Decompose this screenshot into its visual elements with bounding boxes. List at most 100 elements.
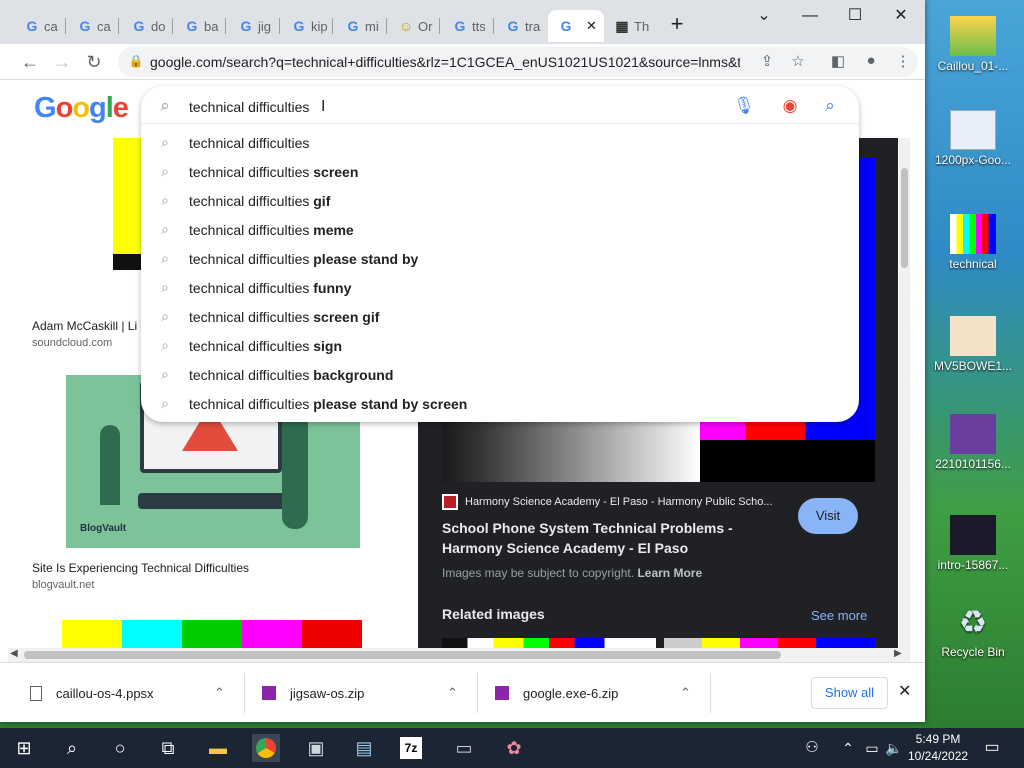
vertical-scrollbar[interactable] bbox=[899, 138, 910, 662]
google-logo[interactable]: Google bbox=[34, 92, 129, 125]
tab[interactable]: ☺ Or bbox=[388, 10, 440, 42]
file-icon bbox=[30, 685, 42, 701]
download-item[interactable]: jigsaw-os.zip ⌃ bbox=[262, 677, 458, 709]
search-submit-icon[interactable]: ⌕ bbox=[819, 96, 841, 116]
search-icon: ⌕ bbox=[161, 221, 169, 237]
desktop-icon-caillou[interactable]: Caillou_01-... bbox=[931, 16, 1015, 73]
file-explorer-icon[interactable]: ▬ bbox=[204, 734, 232, 762]
profile-avatar-icon[interactable]: ● bbox=[861, 52, 881, 69]
document-icon bbox=[950, 110, 996, 150]
tab[interactable]: Gdo bbox=[121, 10, 173, 42]
suggestion-item[interactable]: ⌕ technical difficulties background bbox=[141, 360, 859, 389]
tab[interactable]: Gtra bbox=[495, 10, 547, 42]
result-source[interactable]: soundcloud.com bbox=[32, 337, 112, 349]
result-source[interactable]: blogvault.net bbox=[32, 579, 94, 591]
preview-title[interactable]: School Phone System Technical Problems -… bbox=[442, 518, 762, 558]
download-item[interactable]: caillou-os-4.ppsx ⌃ bbox=[30, 677, 225, 709]
tab[interactable]: Gca bbox=[67, 10, 119, 42]
reload-icon[interactable]: ↻ bbox=[80, 48, 108, 76]
scrollbar-thumb[interactable] bbox=[901, 168, 908, 268]
tab[interactable]: ▦ Th bbox=[604, 10, 656, 42]
searchbox-divider bbox=[141, 123, 859, 124]
tab-search-icon[interactable]: ⌄ bbox=[741, 4, 787, 28]
app-icon[interactable]: ▣ bbox=[302, 734, 330, 762]
terminal-icon[interactable]: ▭ bbox=[450, 734, 478, 762]
lock-icon[interactable]: 🔒 bbox=[126, 54, 146, 68]
desktop-icon-recycle-bin[interactable]: ♻ Recycle Bin bbox=[931, 602, 1015, 659]
tab[interactable]: Gjig bbox=[228, 10, 280, 42]
suggestion-item[interactable]: ⌕ technical difficulties sign bbox=[141, 331, 859, 360]
close-window-icon[interactable]: ✕ bbox=[878, 4, 924, 28]
copyright-notice: Images may be subject to copyright. Lear… bbox=[442, 566, 703, 580]
chrome-icon[interactable] bbox=[252, 734, 280, 762]
see-more-link[interactable]: See more bbox=[811, 608, 867, 623]
tab[interactable]: Gkip bbox=[281, 10, 333, 42]
suggestion-item[interactable]: ⌕ technical difficulties gif bbox=[141, 186, 859, 215]
tab[interactable]: Gmi bbox=[335, 10, 387, 42]
forward-icon[interactable]: → bbox=[48, 48, 76, 76]
people-icon[interactable]: ⚇ bbox=[798, 734, 826, 762]
horizontal-scrollbar[interactable]: ◀ ▶ bbox=[8, 648, 908, 662]
clock[interactable]: 5:49 PM 10/24/2022 bbox=[908, 731, 968, 765]
download-filename: jigsaw-os.zip bbox=[290, 685, 365, 701]
download-item[interactable]: google.exe-6.zip ⌃ bbox=[495, 677, 691, 709]
start-windows-icon[interactable]: ⊞ bbox=[10, 734, 38, 762]
result-caption[interactable]: Adam McCaskill | Li bbox=[32, 319, 137, 333]
tab[interactable]: Gtts bbox=[442, 10, 494, 42]
scroll-right-icon[interactable]: ▶ bbox=[894, 648, 902, 659]
notification-icon[interactable]: ▭ bbox=[978, 734, 1006, 762]
share-icon[interactable]: ⇪ bbox=[757, 52, 777, 70]
suggestion-item[interactable]: ⌕ technical difficulties please stand by … bbox=[141, 389, 859, 418]
desktop-icon-intro[interactable]: intro-15867... bbox=[931, 515, 1015, 572]
tab[interactable]: Gca bbox=[14, 10, 66, 42]
result-caption[interactable]: Site Is Experiencing Technical Difficult… bbox=[32, 561, 249, 575]
chevron-up-icon[interactable]: ⌃ bbox=[447, 685, 458, 701]
suggestion-item[interactable]: ⌕ technical difficulties meme bbox=[141, 215, 859, 244]
suggestion-item[interactable]: ⌕ technical difficulties screen gif bbox=[141, 302, 859, 331]
side-panel-icon[interactable]: ◧ bbox=[828, 52, 848, 70]
source-name[interactable]: Harmony Science Academy - El Paso - Harm… bbox=[465, 496, 787, 508]
paint-icon[interactable]: ✿ bbox=[500, 734, 528, 762]
desktop-icon-2210101156[interactable]: 2210101156... bbox=[931, 414, 1015, 471]
desktop-icon-mv5bowe1[interactable]: MV5BOWE1... bbox=[931, 316, 1015, 373]
tab-label: mi bbox=[365, 18, 379, 34]
desktop-icon-technical[interactable]: technical bbox=[931, 214, 1015, 271]
learn-more-link[interactable]: Learn More bbox=[637, 566, 702, 580]
suggestion-item[interactable]: ⌕ technical difficulties bbox=[141, 128, 859, 157]
tab[interactable]: Gba bbox=[174, 10, 226, 42]
7zip-icon[interactable]: 7z bbox=[400, 737, 422, 759]
chevron-up-icon[interactable]: ⌃ bbox=[214, 685, 225, 701]
notepad-icon[interactable]: ▤ bbox=[350, 734, 378, 762]
close-downloads-icon[interactable]: ✕ bbox=[898, 681, 911, 701]
tab-label: tra bbox=[525, 18, 541, 34]
visit-button[interactable]: Visit bbox=[798, 498, 858, 534]
bookmark-star-icon[interactable]: ☆ bbox=[788, 52, 808, 70]
desktop-icon-1200px[interactable]: 1200px-Goo... bbox=[931, 110, 1015, 167]
suggestion-item[interactable]: ⌕ technical difficulties funny bbox=[141, 273, 859, 302]
scroll-left-icon[interactable]: ◀ bbox=[10, 648, 18, 659]
chevron-up-icon[interactable]: ⌃ bbox=[680, 685, 691, 701]
volume-icon[interactable]: 🔈 bbox=[880, 734, 908, 762]
search-icon: ⌕ bbox=[160, 96, 170, 115]
camera-lens-icon[interactable]: ◉ bbox=[779, 96, 801, 116]
result-image-colorbars-top[interactable] bbox=[113, 138, 141, 270]
tab-close-icon[interactable]: ✕ bbox=[586, 18, 597, 34]
new-tab-button[interactable]: + bbox=[655, 12, 699, 36]
address-bar[interactable]: 🔒 google.com/search?q=technical+difficul… bbox=[118, 47, 918, 77]
menu-kebab-icon[interactable]: ⋮ bbox=[893, 52, 913, 70]
suggestion-item[interactable]: ⌕ technical difficulties screen bbox=[141, 157, 859, 186]
suggestion-item[interactable]: ⌕ technical difficulties please stand by bbox=[141, 244, 859, 273]
microphone-icon[interactable]: 🎙 bbox=[733, 96, 755, 116]
search-icon[interactable]: ⌕ bbox=[58, 734, 86, 762]
show-all-button[interactable]: Show all bbox=[811, 677, 888, 709]
maximize-icon[interactable]: ☐ bbox=[832, 4, 878, 28]
search-icon: ⌕ bbox=[161, 192, 169, 208]
minimize-icon[interactable]: — bbox=[787, 4, 833, 28]
task-view-icon[interactable]: ⧉ bbox=[154, 734, 182, 762]
tab-label: ba bbox=[204, 18, 219, 34]
cortana-circle-icon[interactable]: ○ bbox=[106, 734, 134, 762]
search-input[interactable]: technical difficulties bbox=[189, 99, 309, 115]
back-icon[interactable]: ← bbox=[16, 48, 44, 76]
scrollbar-thumb[interactable] bbox=[24, 651, 781, 659]
tab-active[interactable]: G ✕ bbox=[548, 10, 604, 42]
